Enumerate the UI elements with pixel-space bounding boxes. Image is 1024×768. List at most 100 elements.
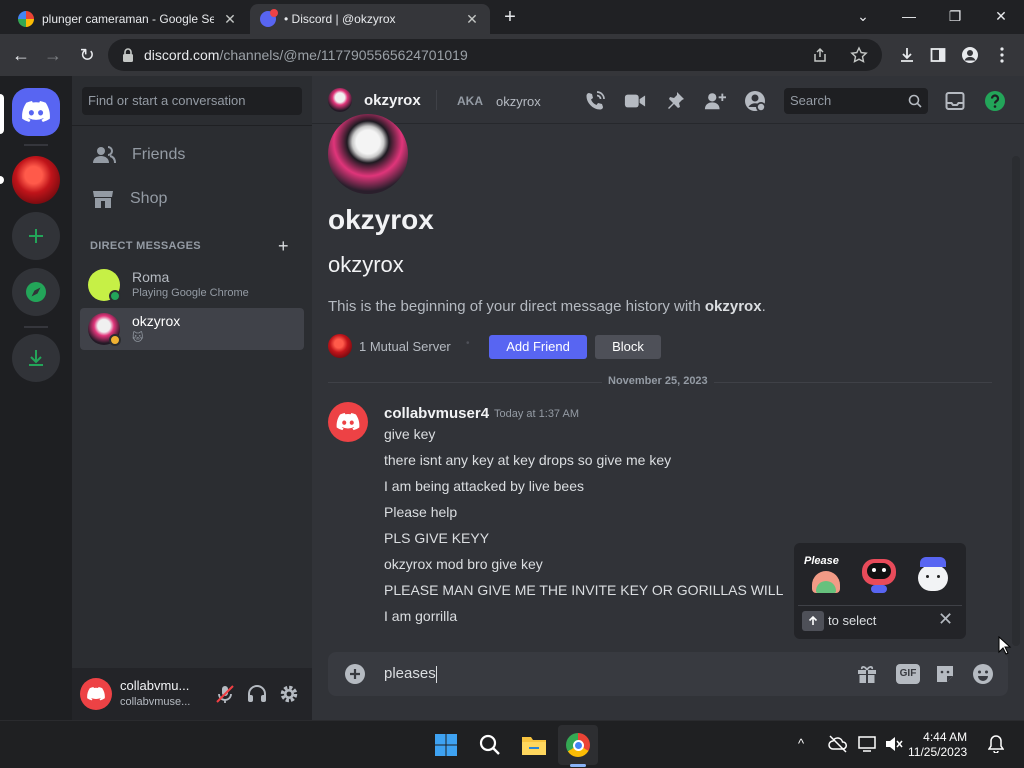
network-icon[interactable] (858, 735, 878, 753)
video-call-icon[interactable] (624, 90, 646, 112)
aka-name: okzyrox (496, 94, 541, 109)
add-friend-button[interactable]: Add Friend (489, 335, 587, 359)
dm-item-okzyrox[interactable]: okzyrox 🐱 (80, 308, 304, 350)
address-bar[interactable]: discord.com/channels/@me/117790556562470… (108, 39, 882, 71)
mute-mic-icon[interactable] (214, 683, 236, 705)
reload-icon[interactable]: ↻ (74, 42, 100, 68)
gif-button[interactable]: GIF (896, 664, 920, 684)
explore-servers-button[interactable] (12, 268, 60, 316)
restore-icon[interactable]: ❐ (932, 4, 978, 28)
avatar[interactable] (80, 678, 112, 710)
avatar (328, 88, 352, 112)
dm-name: okzyrox (132, 313, 181, 329)
block-button[interactable]: Block (595, 335, 661, 359)
user-name: collabvmu... (120, 678, 190, 693)
close-icon[interactable]: ✕ (464, 11, 480, 28)
pinned-messages-icon[interactable] (664, 90, 686, 112)
tab-google-search[interactable]: plunger cameraman - Google Se ✕ (8, 4, 248, 34)
mutual-servers-link[interactable]: 1 Mutual Server (359, 339, 451, 354)
message-line: there isnt any key at key drops so give … (384, 452, 672, 468)
message-scrollbar[interactable] (1012, 156, 1020, 646)
sidebar-item-shop[interactable]: Shop (80, 178, 304, 220)
message-author[interactable]: collabvmuser4 (384, 405, 489, 422)
sticker-please[interactable]: Please (804, 553, 846, 595)
help-icon[interactable] (984, 90, 1006, 112)
sticker-icon[interactable] (934, 663, 956, 685)
browser-toolbar: ← → ↻ discord.com/channels/@me/117790556… (0, 34, 1024, 76)
plus-icon (29, 229, 43, 243)
voice-call-icon[interactable] (584, 90, 606, 112)
message-input[interactable]: pleases (384, 664, 584, 684)
tab-search-icon[interactable]: ⌄ (840, 4, 886, 28)
browser-tab-strip: plunger cameraman - Google Se ✕ • Discor… (0, 0, 1024, 34)
profile-icon[interactable] (957, 42, 983, 68)
side-panel-icon[interactable] (925, 42, 951, 68)
sticker-suggestion-popup: Please to select ✕ (794, 543, 966, 639)
forward-icon[interactable]: → (40, 42, 66, 68)
guild-separator (24, 326, 48, 328)
message-timestamp: Today at 1:37 AM (494, 408, 579, 420)
upload-plus-icon[interactable] (344, 663, 366, 685)
add-friends-to-dm-icon[interactable] (704, 90, 726, 112)
gift-icon[interactable] (856, 663, 878, 685)
tab-discord[interactable]: • Discord | @okzyrox ✕ (250, 4, 490, 34)
emoji-icon[interactable] (972, 663, 994, 685)
user-settings-gear-icon[interactable] (278, 683, 300, 705)
dm-header: okzyrox AKA okzyrox Search (312, 76, 1024, 124)
dm-main: okzyrox AKA okzyrox Search okzyrox okzyr… (312, 76, 1024, 720)
taskbar-search-icon[interactable] (474, 729, 506, 761)
message-avatar[interactable] (328, 402, 368, 442)
add-server-button[interactable] (12, 212, 60, 260)
notification-bell-icon[interactable] (988, 735, 1004, 753)
cloud-offline-icon[interactable] (828, 735, 848, 753)
show-hidden-icons-icon[interactable]: ^ (798, 736, 804, 751)
discord-logo-icon (336, 413, 360, 431)
windows-start-icon[interactable] (430, 729, 462, 761)
volume-muted-icon[interactable] (884, 735, 904, 753)
url-text: discord.com/channels/@me/117790556562470… (144, 47, 468, 63)
profile-avatar[interactable] (328, 114, 408, 194)
share-icon[interactable] (812, 47, 828, 63)
avatar (88, 313, 121, 346)
selected-indicator (0, 94, 4, 134)
inbox-icon[interactable] (944, 90, 966, 112)
headphones-icon[interactable] (246, 683, 268, 705)
message-line: I am gorrilla (384, 608, 458, 624)
windows-taskbar: ^ 4:44 AM 11/25/2023 (0, 720, 1024, 768)
clock-date: 11/25/2023 (908, 745, 968, 759)
online-status-icon (109, 290, 121, 302)
find-conversation-input[interactable]: Find or start a conversation (82, 87, 302, 115)
file-explorer-icon[interactable] (518, 729, 550, 761)
new-tab-button[interactable]: + (500, 6, 520, 29)
clock-time: 4:44 AM (923, 730, 968, 744)
close-icon[interactable]: ✕ (938, 609, 953, 630)
search-input[interactable]: Search (784, 88, 928, 114)
minimize-icon[interactable]: — (886, 4, 932, 28)
hide-user-profile-icon[interactable] (744, 90, 766, 112)
create-dm-button[interactable]: + (278, 236, 289, 257)
download-apps-button[interactable] (12, 334, 60, 382)
download-icon[interactable] (894, 42, 920, 68)
sticker-robot[interactable] (858, 553, 900, 595)
window-close-icon[interactable]: ✕ (978, 4, 1024, 28)
bookmark-star-icon[interactable] (850, 46, 868, 64)
server-red-icon[interactable] (12, 156, 60, 204)
menu-kebab-icon[interactable] (989, 42, 1015, 68)
sidebar-item-friends[interactable]: Friends (80, 134, 304, 176)
idle-status-icon (109, 334, 121, 346)
sticker-hamster[interactable] (912, 553, 954, 595)
close-icon[interactable]: ✕ (222, 11, 238, 28)
message-line: give key (384, 426, 436, 442)
guild-separator (24, 144, 48, 146)
system-clock[interactable]: 4:44 AM 11/25/2023 (908, 730, 967, 760)
chrome-icon[interactable] (562, 729, 594, 761)
message-line: PLEASE MAN GIVE ME THE INVITE KEY OR GOR… (384, 582, 784, 598)
dm-item-roma[interactable]: Roma Playing Google Chrome (80, 264, 304, 306)
separator-dot: • (466, 338, 470, 349)
direct-messages-home-button[interactable] (12, 88, 60, 136)
message-line: PLS GIVE KEYY (384, 530, 490, 546)
back-icon[interactable]: ← (8, 42, 34, 68)
mutual-server-icon[interactable] (328, 334, 352, 358)
dm-intro-text: This is the beginning of your direct mes… (328, 298, 766, 315)
discord-favicon-icon (260, 9, 278, 27)
